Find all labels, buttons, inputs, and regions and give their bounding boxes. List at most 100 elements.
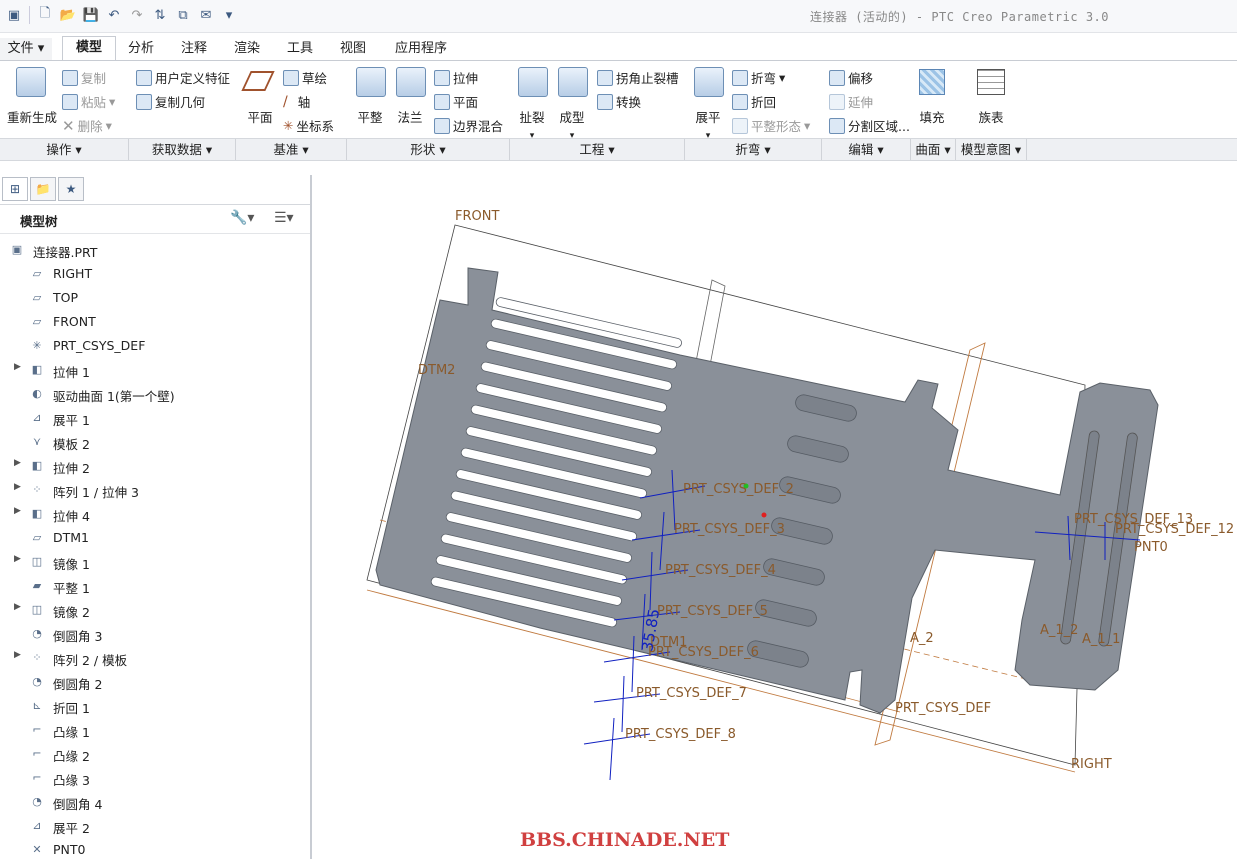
group-datum[interactable]: 基准 ▾ — [236, 139, 347, 160]
tree-item[interactable]: ◐ 驱动曲面 1(第一个壁) — [0, 382, 310, 406]
expand-arrow-icon[interactable]: ▶ — [14, 554, 21, 564]
open-folder-icon[interactable]: 📂 — [58, 4, 78, 26]
expand-arrow-icon[interactable]: ▶ — [14, 458, 21, 468]
tree-item[interactable]: ✕ PNT0 — [0, 838, 310, 862]
tab-applications[interactable]: 应用程序 — [380, 38, 462, 60]
tree-item[interactable]: ⊿ 展平 2 — [0, 814, 310, 838]
copy-geometry-button[interactable]: 复制几何 — [136, 92, 205, 111]
fill-button[interactable]: 填充 — [912, 107, 952, 126]
tree-item[interactable]: ◔ 倒圆角 4 — [0, 790, 310, 814]
extrude-button[interactable]: 拉伸 — [434, 68, 478, 87]
tree-item[interactable]: ⌐ 凸缘 2 — [0, 742, 310, 766]
close-window-icon[interactable]: ✉ — [196, 4, 216, 26]
family-table-button[interactable]: 族表 — [970, 107, 1012, 126]
tree-item[interactable]: ▶ ◫ 镜像 2 — [0, 598, 310, 622]
corner-relief-button[interactable]: 拐角止裂槽 — [597, 68, 679, 87]
tab-model[interactable]: 模型 — [62, 36, 116, 61]
tab-view[interactable]: 视图 — [328, 38, 378, 60]
tree-item[interactable]: ▰ 平整 1 — [0, 574, 310, 598]
save-icon[interactable]: 💾 — [81, 4, 101, 26]
group-shapes[interactable]: 形状 ▾ — [347, 139, 510, 160]
offset-button[interactable]: 偏移 — [829, 68, 873, 87]
dtm2-plane-label[interactable]: DTM2 — [418, 363, 455, 378]
regenerate-qat-icon[interactable]: ⇅ — [150, 4, 170, 26]
group-surfaces[interactable]: 曲面 ▾ — [911, 139, 956, 160]
split-area-button[interactable]: 分割区域... — [829, 116, 910, 135]
boundary-blend-button[interactable]: 边界混合 — [434, 116, 503, 135]
redo-icon[interactable]: ↷ — [127, 4, 147, 26]
tab-render[interactable]: 渲染 — [222, 38, 272, 60]
tree-item[interactable]: ▣ 连接器.PRT — [0, 238, 310, 262]
tree-item[interactable]: ▱ DTM1 — [0, 526, 310, 550]
flat-button[interactable]: 平面 — [434, 92, 478, 111]
csys-def-5-label[interactable]: PRT_CSYS_DEF_5 — [657, 604, 768, 619]
flange-button[interactable]: 法兰 — [390, 107, 430, 126]
axis-a11-label[interactable]: A_1_1 — [1082, 632, 1120, 647]
expand-arrow-icon[interactable]: ▶ — [14, 650, 21, 660]
model-tree-tab-icon[interactable]: ⊞ — [2, 177, 28, 201]
csys-def-4-label[interactable]: PRT_CSYS_DEF_4 — [665, 563, 776, 578]
tree-item[interactable]: ▱ FRONT — [0, 310, 310, 334]
axis-a2-label[interactable]: A_2 — [910, 631, 934, 646]
favorites-tab-icon[interactable]: ★ — [58, 177, 84, 201]
tree-settings-icon[interactable]: 🔧▾ — [230, 210, 254, 226]
folder-browser-tab-icon[interactable]: 📁 — [30, 177, 56, 201]
group-model-intent[interactable]: 模型意图 ▾ — [956, 139, 1027, 160]
group-operations[interactable]: 操作 ▾ — [0, 139, 129, 160]
planar-button[interactable]: 平整 — [350, 107, 390, 126]
tab-tools[interactable]: 工具 — [274, 38, 326, 60]
customize-qat-icon[interactable]: ▾ — [219, 4, 239, 26]
unbend-button[interactable]: 展平 ▾ — [688, 107, 728, 141]
tree-item[interactable]: ▶ ◫ 镜像 1 — [0, 550, 310, 574]
csys-def-8-label[interactable]: PRT_CSYS_DEF_8 — [625, 727, 736, 742]
group-bends[interactable]: 折弯 ▾ — [685, 139, 822, 160]
expand-arrow-icon[interactable]: ▶ — [14, 482, 21, 492]
tree-item[interactable]: ▶ ◧ 拉伸 2 — [0, 454, 310, 478]
app-icon[interactable]: ▣ — [4, 4, 24, 26]
copy-button[interactable]: 复制 — [62, 68, 106, 87]
sketch-button[interactable]: 草绘 — [283, 68, 327, 87]
csys-def-12-label[interactable]: PRT_CSYS_DEF_12 — [1115, 522, 1234, 537]
tree-item[interactable]: ▶ ⁘ 阵列 1 / 拉伸 3 — [0, 478, 310, 502]
csys-def-2-label[interactable]: PRT_CSYS_DEF_2 — [683, 482, 794, 497]
bend-back-button[interactable]: 折回 — [732, 92, 776, 111]
windows-icon[interactable]: ⧉ — [173, 4, 193, 26]
tree-item[interactable]: ▶ ◧ 拉伸 4 — [0, 502, 310, 526]
flat-pattern-button[interactable]: 平整形态 ▾ — [732, 116, 810, 135]
csys-def-7-label[interactable]: PRT_CSYS_DEF_7 — [636, 686, 747, 701]
csys-def-3-label[interactable]: PRT_CSYS_DEF_3 — [674, 522, 785, 537]
group-editing[interactable]: 编辑 ▾ — [822, 139, 911, 160]
expand-arrow-icon[interactable]: ▶ — [14, 506, 21, 516]
tree-item[interactable]: ◔ 倒圆角 3 — [0, 622, 310, 646]
tree-item[interactable]: ▱ TOP — [0, 286, 310, 310]
extend-button[interactable]: 延伸 — [829, 92, 873, 111]
new-file-icon[interactable]: 🗋 — [35, 4, 55, 26]
plane-button[interactable]: 平面 — [240, 107, 280, 126]
group-get-data[interactable]: 获取数据 ▾ — [129, 139, 236, 160]
graphics-viewport[interactable]: FRONT DTM2 RIGHT PRT_CSYS_DEF PRT_CSYS_D… — [312, 159, 1237, 859]
tab-annotate[interactable]: 注释 — [168, 38, 220, 60]
tree-item[interactable]: ⊾ 折回 1 — [0, 694, 310, 718]
tree-item[interactable]: ◔ 倒圆角 2 — [0, 670, 310, 694]
user-feature-button[interactable]: 用户定义特征 — [136, 68, 230, 87]
csys-def-label[interactable]: PRT_CSYS_DEF — [895, 701, 991, 716]
csys-button[interactable]: ✳ 坐标系 — [283, 116, 334, 135]
bend-button[interactable]: 折弯 ▾ — [732, 68, 785, 87]
tab-file[interactable]: 文件 ▾ — [0, 38, 52, 60]
pnt0-label[interactable]: PNT0 — [1134, 540, 1168, 555]
axis-button[interactable]: / 轴 — [283, 92, 310, 111]
front-plane-label[interactable]: FRONT — [455, 209, 499, 224]
group-engineering[interactable]: 工程 ▾ — [510, 139, 685, 160]
expand-arrow-icon[interactable]: ▶ — [14, 602, 21, 612]
regenerate-button[interactable]: 重新生成 — [4, 107, 60, 126]
expand-arrow-icon[interactable]: ▶ — [14, 362, 21, 372]
paste-button[interactable]: 粘贴 ▾ — [62, 92, 115, 111]
axis-a12-label[interactable]: A_1_2 — [1040, 623, 1078, 638]
tree-item[interactable]: ▶ ⁘ 阵列 2 / 模板 — [0, 646, 310, 670]
tree-columns-icon[interactable]: ☰▾ — [274, 210, 294, 226]
tree-item[interactable]: ⌐ 凸缘 1 — [0, 718, 310, 742]
tree-item[interactable]: ▱ RIGHT — [0, 262, 310, 286]
tree-item[interactable]: ⋎ 模板 2 — [0, 430, 310, 454]
undo-icon[interactable]: ↶ — [104, 4, 124, 26]
form-button[interactable]: 成型 ▾ — [552, 107, 592, 141]
